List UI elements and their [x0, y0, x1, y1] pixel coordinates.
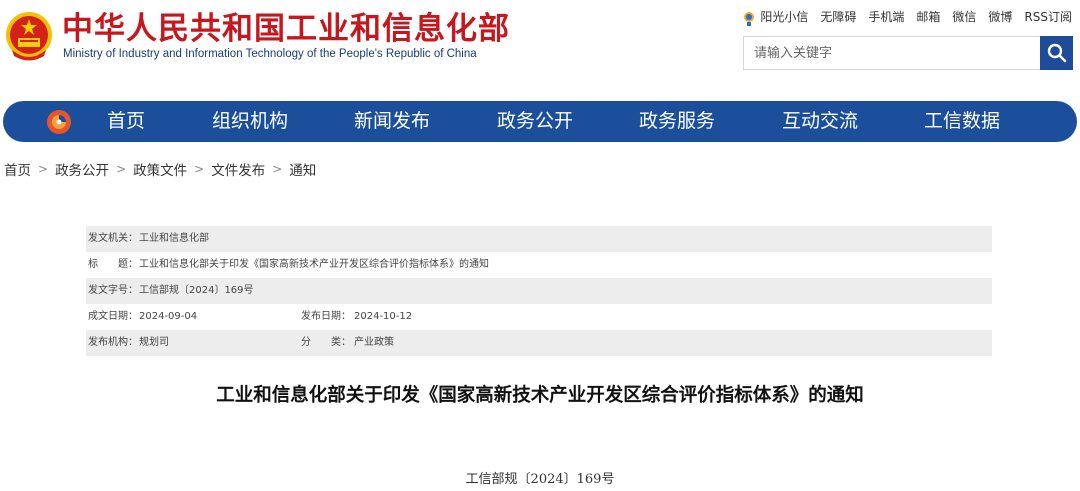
- search-icon: [1047, 43, 1066, 63]
- nav-gov-affairs[interactable]: 政务公开: [497, 101, 573, 142]
- miit-logo-icon[interactable]: [45, 108, 73, 136]
- meta-row-dates: 成文日期： 2024-09-04 发布日期： 2024-10-12: [86, 304, 992, 330]
- meta-issuer-value: 工业和信息化部: [139, 233, 209, 244]
- top-link-sunshine[interactable]: 阳光小信: [742, 8, 808, 26]
- top-link-mobile[interactable]: 手机端: [868, 8, 904, 25]
- search-box: [743, 36, 1073, 70]
- article-title: 工业和信息化部关于印发《国家高新技术产业开发区综合评价指标体系》的通知: [216, 385, 864, 406]
- nav-interaction[interactable]: 互动交流: [782, 101, 858, 142]
- meta-org-label: 发布机构：: [88, 337, 138, 348]
- document-meta-table: 发文机关： 工业和信息化部 标 题： 工业和信息化部关于印发《国家高新技术产业开…: [86, 226, 992, 356]
- main-nav: 首页 组织机构 新闻发布 政务公开 政务服务 互动交流 工信数据: [3, 101, 1077, 142]
- meta-row-docno: 发文字号： 工信部规〔2024〕169号: [86, 278, 992, 304]
- meta-docno-label: 发文字号：: [88, 285, 138, 296]
- site-logo-subtitle: Ministry of Industry and Information Tec…: [63, 48, 477, 60]
- national-emblem-icon: [6, 12, 52, 61]
- breadcrumb: 首页 > 政务公开 > 政策文件 > 文件发布 > 通知: [4, 159, 316, 179]
- breadcrumb-separator: >: [38, 162, 49, 176]
- meta-docno-value: 工信部规〔2024〕169号: [139, 285, 254, 296]
- article-doc-number: 工信部规〔2024〕169号: [465, 472, 615, 487]
- top-link-weibo[interactable]: 微博: [988, 8, 1012, 25]
- meta-title-value: 工业和信息化部关于印发《国家高新技术产业开发区综合评价指标体系》的通知: [139, 259, 489, 270]
- meta-row-org: 发布机构： 规划司 分 类： 产业政策: [86, 330, 992, 356]
- meta-title-label: 标 题：: [88, 259, 138, 270]
- nav-news[interactable]: 新闻发布: [354, 101, 430, 142]
- site-logo-title[interactable]: 中华人民共和国工业和信息化部: [62, 10, 510, 48]
- breadcrumb-doc-release[interactable]: 文件发布: [211, 159, 265, 179]
- nav-organization[interactable]: 组织机构: [212, 101, 288, 142]
- meta-row-title: 标 题： 工业和信息化部关于印发《国家高新技术产业开发区综合评价指标体系》的通知: [86, 252, 992, 278]
- meta-category-label: 分 类：: [301, 337, 351, 348]
- breadcrumb-home[interactable]: 首页: [4, 159, 31, 179]
- breadcrumb-separator: >: [116, 162, 127, 176]
- top-link-mail[interactable]: 邮箱: [916, 8, 940, 25]
- meta-issuer-label: 发文机关：: [88, 233, 138, 244]
- top-link-rss[interactable]: RSS订阅: [1024, 8, 1072, 25]
- breadcrumb-separator: >: [272, 162, 283, 176]
- search-button[interactable]: [1040, 36, 1073, 70]
- meta-published-label: 发布日期：: [301, 311, 351, 322]
- meta-published-value: 2024-10-12: [354, 311, 413, 322]
- site-header: 中华人民共和国工业和信息化部 Ministry of Industry and …: [0, 0, 1080, 95]
- breadcrumb-policy-docs[interactable]: 政策文件: [133, 159, 187, 179]
- breadcrumb-notice[interactable]: 通知: [289, 159, 316, 179]
- meta-org-value: 规划司: [139, 337, 169, 348]
- sun-icon: [744, 11, 755, 26]
- meta-created-value: 2024-09-04: [139, 311, 198, 322]
- search-input[interactable]: [744, 37, 1042, 69]
- meta-category-value: 产业政策: [354, 337, 394, 348]
- top-link-wechat[interactable]: 微信: [952, 8, 976, 25]
- breadcrumb-separator: >: [194, 162, 205, 176]
- meta-created-label: 成文日期：: [88, 311, 138, 322]
- breadcrumb-gov-affairs[interactable]: 政务公开: [55, 159, 109, 179]
- top-link-accessibility[interactable]: 无障碍: [820, 8, 856, 25]
- meta-row-issuer: 发文机关： 工业和信息化部: [86, 226, 992, 252]
- top-link-label: 阳光小信: [760, 10, 809, 24]
- nav-home[interactable]: 首页: [107, 101, 145, 142]
- nav-data[interactable]: 工信数据: [924, 101, 1000, 142]
- nav-gov-services[interactable]: 政务服务: [639, 101, 715, 142]
- top-links: 阳光小信 无障碍 手机端 邮箱 微信 微博 RSS订阅: [742, 8, 1072, 26]
